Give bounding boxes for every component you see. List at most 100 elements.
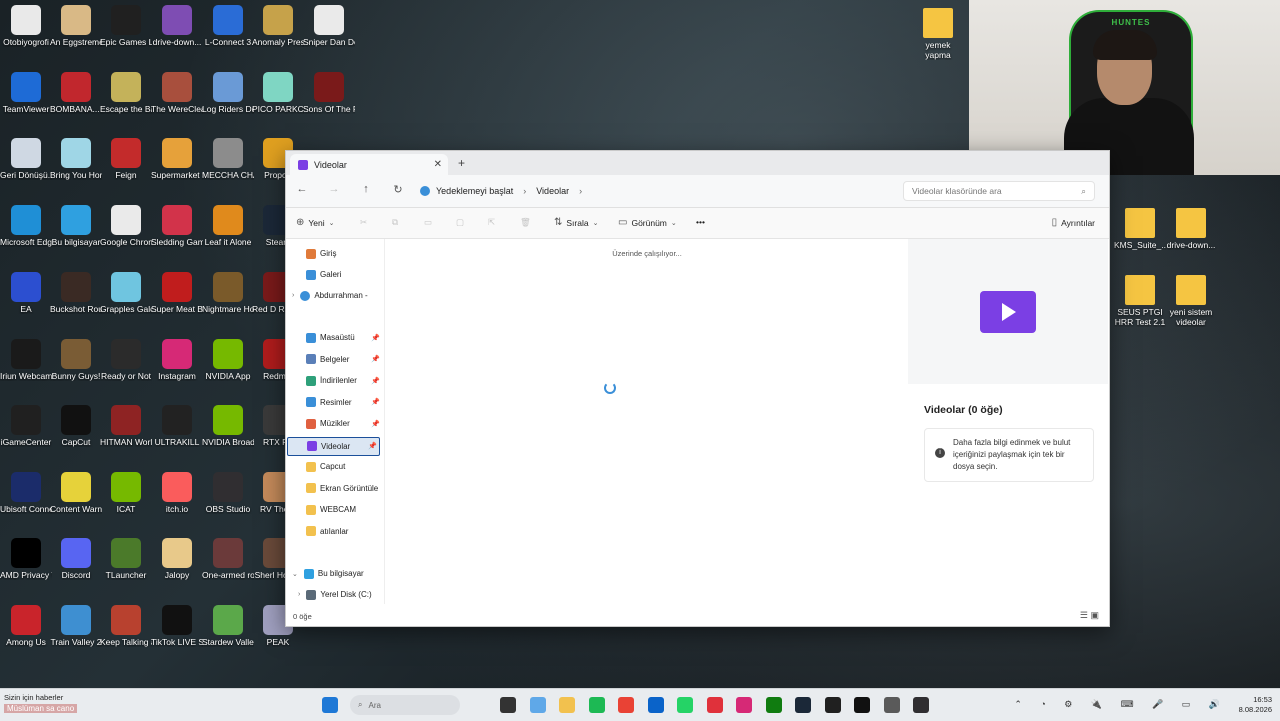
desktop-icon[interactable]: Iriun Webcam [0,339,52,381]
capcut-icon[interactable] [854,697,870,713]
pin-icon[interactable]: 📌 [371,334,380,342]
paste-icon[interactable]: ▭ [424,217,432,228]
desktop-icon[interactable]: Anomaly President [252,5,304,47]
breadcrumb-root[interactable]: Yedeklemeyi başlat [436,186,513,196]
instagram-icon[interactable] [736,697,752,713]
sidebar-item-pinned[interactable]: Müzikler 📌 [306,415,382,432]
search-input[interactable]: Videolar klasöründe ara ⌕ [903,181,1095,201]
desktop-folder-icon[interactable]: KMS_Suite_... [1114,208,1166,250]
desktop-icon[interactable]: MECCHA CHAMELEON [202,138,254,180]
desktop-folder-icon[interactable]: yemek yapma [912,8,964,60]
pin-icon[interactable]: 📌 [371,398,380,406]
pin-icon[interactable]: 📌 [368,442,377,450]
sort-button[interactable]: ⇅ Sırala ⌄ [554,217,602,228]
desktop-icon[interactable]: Sons Of The Forest [303,72,355,114]
desktop-icon[interactable]: Grapples Galore [100,272,152,314]
taskbar-search[interactable]: ⌕ Ara [350,695,460,715]
desktop-icon[interactable]: AMD Privacy View [0,538,52,580]
desktop-icon[interactable]: Content Warning [50,472,102,514]
refresh-icon[interactable]: ↻ [390,183,406,196]
desktop-icon[interactable]: NVIDIA Broadcast [202,405,254,447]
chevron-right-icon[interactable]: › [298,591,300,598]
view-button[interactable]: ▭ Görünüm ⌄ [618,217,681,228]
chevron-down-icon[interactable]: ⌄ [292,570,298,578]
sidebar-item-folder[interactable]: WEBCAM [306,501,382,518]
pin-icon[interactable]: 📌 [371,355,380,363]
desktop-icon[interactable]: itch.io [151,472,203,514]
new-button[interactable]: ⊕ Yeni ⌄ [296,217,339,228]
rename-icon[interactable]: ▢ [456,217,464,228]
desktop-icon[interactable]: Supermarket Simulator [151,138,203,180]
up-arrow-icon[interactable]: ↑ [358,183,374,195]
pin-icon[interactable]: 📌 [371,377,380,385]
desktop-folder-icon[interactable]: yeni sistem videolar [1165,275,1217,327]
desktop-icon[interactable]: NVIDIA App [202,339,254,381]
desktop-icon[interactable]: Stardew Valley [202,605,254,647]
desktop-icon[interactable]: Bu bilgisayar [50,205,102,247]
copy-icon[interactable]: ⧉ [392,217,398,228]
sidebar-item-pinned[interactable]: Belgeler 📌 [306,351,382,368]
desktop-icon[interactable]: PICO PARKClass... [252,72,304,114]
sidebar-item-folder[interactable]: Capcut [306,458,382,475]
desktop-icon[interactable]: Instagram [151,339,203,381]
desktop-icon[interactable]: EA [0,272,52,314]
share-icon[interactable]: ⇱ [488,217,495,228]
file-explorer-window[interactable]: Videolar ✕ + ← → ↑ ↻ Yedeklemeyi başlat … [285,150,1110,627]
system-tray-icons[interactable]: ⌃ ◔ ⚙ 🔌 ⌨ 🎤 ▭ 🔊 [1014,699,1228,710]
tab-videolar[interactable]: Videolar ✕ [290,154,448,175]
desktop-icon[interactable]: OBS Studio [202,472,254,514]
view-toggle-icons[interactable]: ☰ ▣ [1080,610,1099,621]
spotify-icon[interactable] [588,697,605,713]
chevron-right-icon[interactable]: › [579,186,582,196]
desktop-icon[interactable]: Leaf it Alone [202,205,254,247]
sidebar-item-folder[interactable]: Ekran Görüntüle [306,480,382,497]
chrome-icon[interactable] [618,697,634,713]
desktop-icon[interactable]: Otobiyogrofi [0,5,52,47]
obs-icon[interactable] [913,697,929,713]
forward-arrow-icon[interactable]: → [326,183,342,195]
desktop-icon[interactable]: Feign [100,138,152,180]
settings-icon[interactable] [883,697,900,713]
desktop-icon[interactable]: Ubisoft Connect [0,472,52,514]
desktop-icon[interactable]: ULTRAKILL [151,405,203,447]
cut-icon[interactable]: ✂ [360,217,367,228]
desktop-icon[interactable]: Microsoft Edge [0,205,52,247]
desktop-folder-icon[interactable]: drive-down... [1165,208,1217,250]
desktop-icon[interactable]: An Eggstreme... [50,5,102,47]
copilot-icon[interactable] [529,697,546,713]
desktop-icon[interactable]: iGameCenter [0,405,52,447]
desktop-icon[interactable]: One-armed robber [202,538,254,580]
sidebar-item-this-pc[interactable]: ⌄ Bu bilgisayar [292,565,384,582]
start-windows-icon[interactable] [322,697,338,713]
sidebar-item-folder[interactable]: atılanlar [306,523,382,540]
pin-icon[interactable]: 📌 [371,420,380,428]
title-bar[interactable]: Videolar ✕ + [286,151,1109,175]
desktop-icon[interactable]: Buckshot Roulette [50,272,102,314]
desktop-folder-icon[interactable]: SEUS PTGI HRR Test 2.1 [1114,275,1166,327]
desktop-icon[interactable]: The WereCleaner [151,72,203,114]
details-pane-button[interactable]: ▯ Ayrıntılar [1052,217,1095,228]
more-options-button[interactable]: ••• [696,217,705,227]
desktop-icon[interactable]: Sniper Dan Demo [303,5,355,47]
back-arrow-icon[interactable]: ← [294,183,310,195]
epic-icon[interactable] [824,697,841,713]
desktop-icon[interactable]: Geri Dönüşü... [0,138,52,180]
sidebar-item-local-disk[interactable]: › Yerel Disk (C:) [298,586,384,603]
desktop-icon[interactable]: Bring You Home [50,138,102,180]
steam-icon[interactable] [795,697,811,713]
sidebar-item-pinned[interactable]: Masaüstü 📌 [306,329,382,346]
desktop-icon[interactable]: CapCut [50,405,102,447]
xbox-icon[interactable] [765,697,782,713]
sidebar-item-pinned[interactable]: Videolar 📌 [287,436,380,456]
desktop-icon[interactable]: TLauncher [100,538,152,580]
news-widget[interactable]: Sizin için haberler Müslüman sa cano [4,693,114,713]
desktop-icon[interactable]: Ready or Not [100,339,152,381]
sidebar-item-onedrive[interactable]: › Abdurrahman - [292,287,384,304]
desktop-icon[interactable]: Nightmare House The ... [202,272,254,314]
explorer-icon[interactable] [500,697,516,713]
desktop-icon[interactable]: Among Us [0,605,52,647]
delete-icon[interactable]: 🗑 [520,217,531,228]
folder-icon[interactable] [559,697,575,713]
desktop-icon[interactable]: Keep Talking and Nobo... [100,605,152,647]
new-tab-button[interactable]: + [458,156,465,170]
